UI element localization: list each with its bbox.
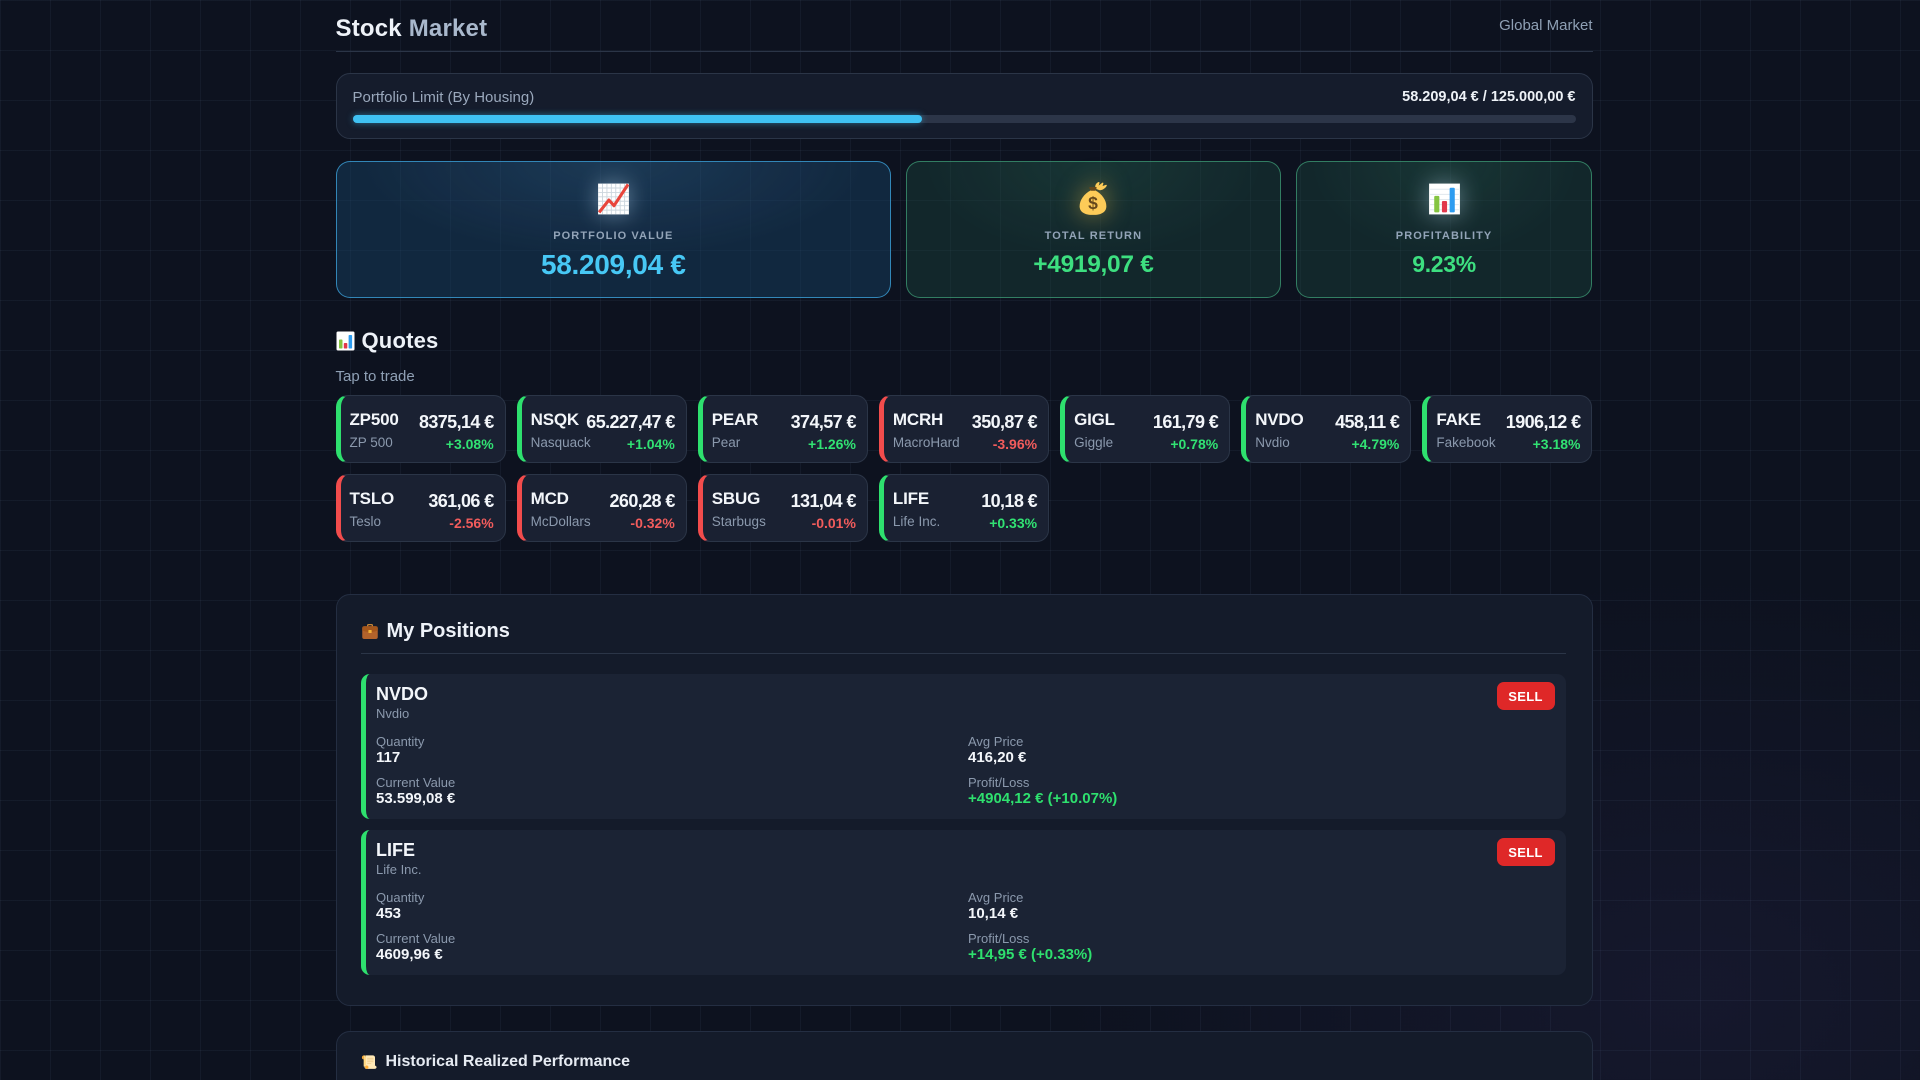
svg-text:$: $	[1088, 193, 1098, 213]
